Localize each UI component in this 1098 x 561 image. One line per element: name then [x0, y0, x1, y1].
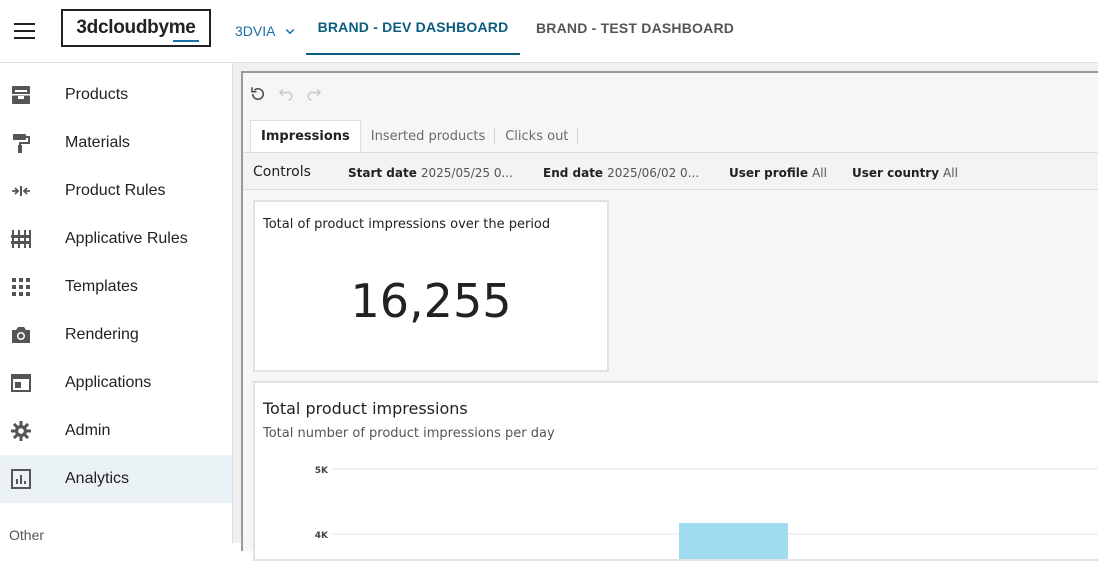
sidebar: Products Materials Product Rules Applica… — [0, 63, 233, 543]
camera-icon — [12, 327, 30, 343]
top-bar: 3dcloudbyme 3DVIA BRAND - DEV DASHBOARD … — [0, 0, 1098, 63]
controls-bar: Controls Start date 2025/05/25 0... End d… — [243, 152, 1098, 190]
menu-icon[interactable] — [14, 22, 36, 40]
arrows-merge-icon — [12, 186, 30, 196]
browser-window-icon — [11, 374, 31, 392]
tab-label: BRAND - TEST DASHBOARD — [536, 19, 735, 36]
sidebar-item-label: Admin — [65, 422, 111, 439]
analytics-icon — [11, 469, 31, 489]
control-value: All — [943, 166, 958, 180]
tab-label: Inserted products — [370, 128, 486, 144]
sidebar-item-label: Templates — [65, 278, 138, 295]
tab-label: BRAND - DEV DASHBOARD — [317, 18, 509, 35]
y-tick-5k: 5K — [315, 466, 329, 476]
control-label: User profile — [729, 166, 809, 180]
y-tick-4k: 4K — [315, 531, 329, 541]
undo-icon[interactable] — [277, 85, 295, 103]
end-date-control[interactable]: End date 2025/06/02 0... — [543, 166, 699, 180]
sidebar-section-other: Other — [9, 527, 45, 543]
app-logo[interactable]: 3dcloudbyme — [61, 9, 211, 47]
tab-clicks-out[interactable]: Clicks out — [495, 120, 579, 152]
control-label: Start date — [348, 166, 417, 180]
control-value: 2025/06/02 0... — [607, 166, 700, 180]
sidebar-item-templates[interactable]: Templates — [0, 263, 232, 311]
user-profile-control[interactable]: User profile All — [729, 166, 827, 180]
sidebar-item-label: Applicative Rules — [65, 230, 188, 247]
chevron-down-icon — [286, 28, 295, 35]
sidebar-item-label: Products — [65, 86, 129, 103]
tab-inserted-products[interactable]: Inserted products — [361, 120, 496, 152]
sidebar-item-label: Rendering — [65, 326, 139, 343]
tab-brand-dev-dashboard[interactable]: BRAND - DEV DASHBOARD — [306, 0, 520, 55]
control-label: User country — [852, 166, 940, 180]
sidebar-item-products[interactable]: Products — [0, 71, 232, 119]
sliders-icon — [11, 230, 31, 248]
bar[interactable] — [679, 523, 788, 559]
sheet-tabs: Impressions Inserted products Clicks out — [250, 120, 579, 152]
sidebar-item-label: Applications — [65, 374, 152, 391]
redo-icon[interactable] — [305, 85, 323, 103]
control-value: 2025/05/25 0... — [420, 166, 513, 180]
impressions-chart: 5K 4K — [315, 466, 1098, 559]
sidebar-item-label: Product Rules — [65, 182, 166, 199]
sidebar-item-applicative-rules[interactable]: Applicative Rules — [0, 215, 232, 263]
dashboard-frame: Impressions Inserted products Clicks out… — [241, 71, 1098, 561]
sidebar-item-admin[interactable]: Admin — [0, 407, 232, 455]
sidebar-item-product-rules[interactable]: Product Rules — [0, 167, 232, 215]
tab-brand-test-dashboard[interactable]: BRAND - TEST DASHBOARD — [536, 0, 734, 55]
user-country-control[interactable]: User country All — [852, 166, 958, 180]
sidebar-item-label: Materials — [65, 134, 130, 151]
logo-text: 3dcloudbyme — [76, 17, 196, 38]
gear-icon — [11, 421, 31, 441]
reset-icon[interactable] — [249, 85, 267, 103]
tenant-label: 3DVIA — [235, 23, 276, 39]
products-icon — [12, 86, 30, 104]
tab-label: Impressions — [261, 129, 350, 144]
tenant-selector[interactable]: 3DVIA — [235, 22, 299, 40]
control-label: End date — [543, 166, 604, 180]
tab-label: Clicks out — [505, 128, 569, 144]
impressions-chart-card: Total product impressions Total number o… — [253, 381, 1098, 561]
sidebar-item-rendering[interactable]: Rendering — [0, 311, 232, 359]
sidebar-item-analytics[interactable]: Analytics — [0, 455, 232, 503]
sidebar-item-applications[interactable]: Applications — [0, 359, 232, 407]
controls-title: Controls — [253, 164, 311, 180]
control-value: All — [812, 166, 827, 180]
sidebar-item-label: Analytics — [65, 470, 130, 487]
start-date-control[interactable]: Start date 2025/05/25 0... — [348, 166, 513, 180]
tab-impressions[interactable]: Impressions — [250, 120, 361, 152]
grid-icon — [12, 278, 30, 296]
paint-roller-icon — [13, 134, 30, 153]
main-content: Impressions Inserted products Clicks out… — [233, 63, 1098, 561]
kpi-card: Total of product impressions over the pe… — [253, 200, 609, 372]
kpi-value: 16,255 — [350, 274, 512, 328]
kpi-title: Total of product impressions over the pe… — [263, 217, 551, 232]
sidebar-item-materials[interactable]: Materials — [0, 119, 232, 167]
